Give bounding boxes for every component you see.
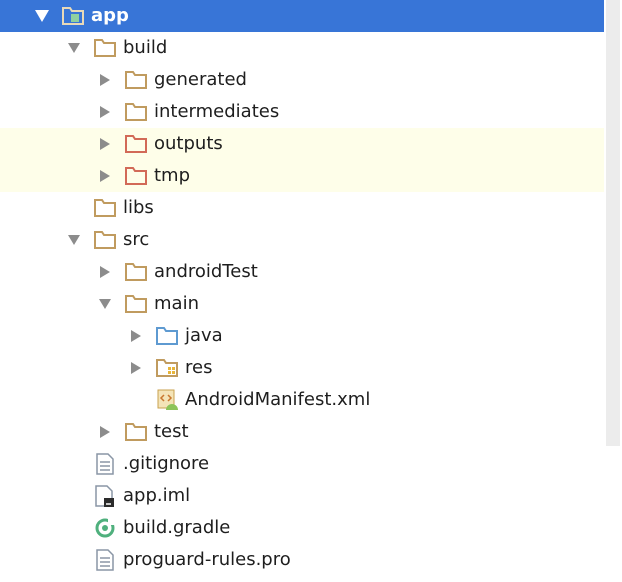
collapse-arrow-icon[interactable]: [97, 264, 113, 280]
folder-icon: [125, 421, 147, 443]
tree-node-src[interactable]: src: [0, 224, 604, 256]
tree-node-androidmanifest[interactable]: AndroidManifest.xml: [0, 384, 604, 416]
tree-node-label: proguard-rules.pro: [123, 549, 291, 570]
module-folder-icon: [62, 5, 84, 27]
expand-arrow-icon[interactable]: [34, 8, 50, 24]
android-manifest-icon: [156, 389, 178, 411]
tree-node-label: libs: [123, 197, 154, 218]
text-file-icon: [94, 453, 116, 475]
tree-node-label: tmp: [154, 165, 191, 186]
collapse-arrow-icon[interactable]: [128, 360, 144, 376]
folder-icon: [125, 293, 147, 315]
folder-icon: [125, 101, 147, 123]
folder-icon: [94, 37, 116, 59]
collapse-arrow-icon[interactable]: [128, 328, 144, 344]
expand-arrow-icon[interactable]: [66, 232, 82, 248]
collapse-arrow-icon[interactable]: [97, 136, 113, 152]
collapse-arrow-icon[interactable]: [97, 424, 113, 440]
excluded-folder-icon: [125, 133, 147, 155]
collapse-arrow-icon[interactable]: [97, 72, 113, 88]
folder-icon: [94, 197, 116, 219]
collapse-arrow-icon[interactable]: [97, 168, 113, 184]
resources-folder-icon: [156, 357, 178, 379]
folder-icon: [125, 261, 147, 283]
tree-node-label: generated: [154, 69, 247, 90]
tree-node-proguard-rules[interactable]: proguard-rules.pro: [0, 544, 604, 576]
folder-icon: [94, 229, 116, 251]
tree-node-label: res: [185, 357, 213, 378]
iml-file-icon: [94, 485, 116, 507]
folder-icon: [125, 69, 147, 91]
tree-node-build[interactable]: build: [0, 32, 604, 64]
tree-node-gitignore[interactable]: .gitignore: [0, 448, 604, 480]
tree-node-test[interactable]: test: [0, 416, 604, 448]
project-tree: app build generated intermediates output…: [0, 0, 622, 582]
vertical-scrollbar[interactable]: [604, 0, 622, 582]
expand-arrow-icon[interactable]: [97, 296, 113, 312]
tree-node-label: AndroidManifest.xml: [185, 389, 371, 410]
tree-node-label: src: [123, 229, 150, 250]
tree-node-main[interactable]: main: [0, 288, 604, 320]
tree-node-label: .gitignore: [123, 453, 210, 474]
tree-node-label: test: [154, 421, 189, 442]
expand-arrow-icon[interactable]: [66, 40, 82, 56]
tree-node-libs[interactable]: libs: [0, 192, 604, 224]
tree-node-label: main: [154, 293, 199, 314]
source-folder-icon: [156, 325, 178, 347]
collapse-arrow-icon[interactable]: [97, 104, 113, 120]
tree-node-label: androidTest: [154, 261, 258, 282]
excluded-folder-icon: [125, 165, 147, 187]
tree-node-label: outputs: [154, 133, 223, 154]
tree-node-app[interactable]: app: [0, 0, 604, 32]
tree-node-label: intermediates: [154, 101, 280, 122]
tree-node-generated[interactable]: generated: [0, 64, 604, 96]
tree-node-res[interactable]: res: [0, 352, 604, 384]
tree-node-intermediates[interactable]: intermediates: [0, 96, 604, 128]
tree-node-java[interactable]: java: [0, 320, 604, 352]
tree-node-build-gradle[interactable]: build.gradle: [0, 512, 604, 544]
tree-node-label: app: [91, 5, 129, 26]
text-file-icon: [94, 549, 116, 571]
tree-node-app-iml[interactable]: app.iml: [0, 480, 604, 512]
tree-node-outputs[interactable]: outputs: [0, 128, 604, 160]
tree-node-androidtest[interactable]: androidTest: [0, 256, 604, 288]
tree-node-label: build: [123, 37, 168, 58]
tree-node-label: app.iml: [123, 485, 191, 506]
tree-node-label: build.gradle: [123, 517, 231, 538]
tree-node-label: java: [185, 325, 223, 346]
gradle-file-icon: [94, 517, 116, 539]
scrollbar-thumb[interactable]: [606, 0, 620, 446]
tree-node-tmp[interactable]: tmp: [0, 160, 604, 192]
